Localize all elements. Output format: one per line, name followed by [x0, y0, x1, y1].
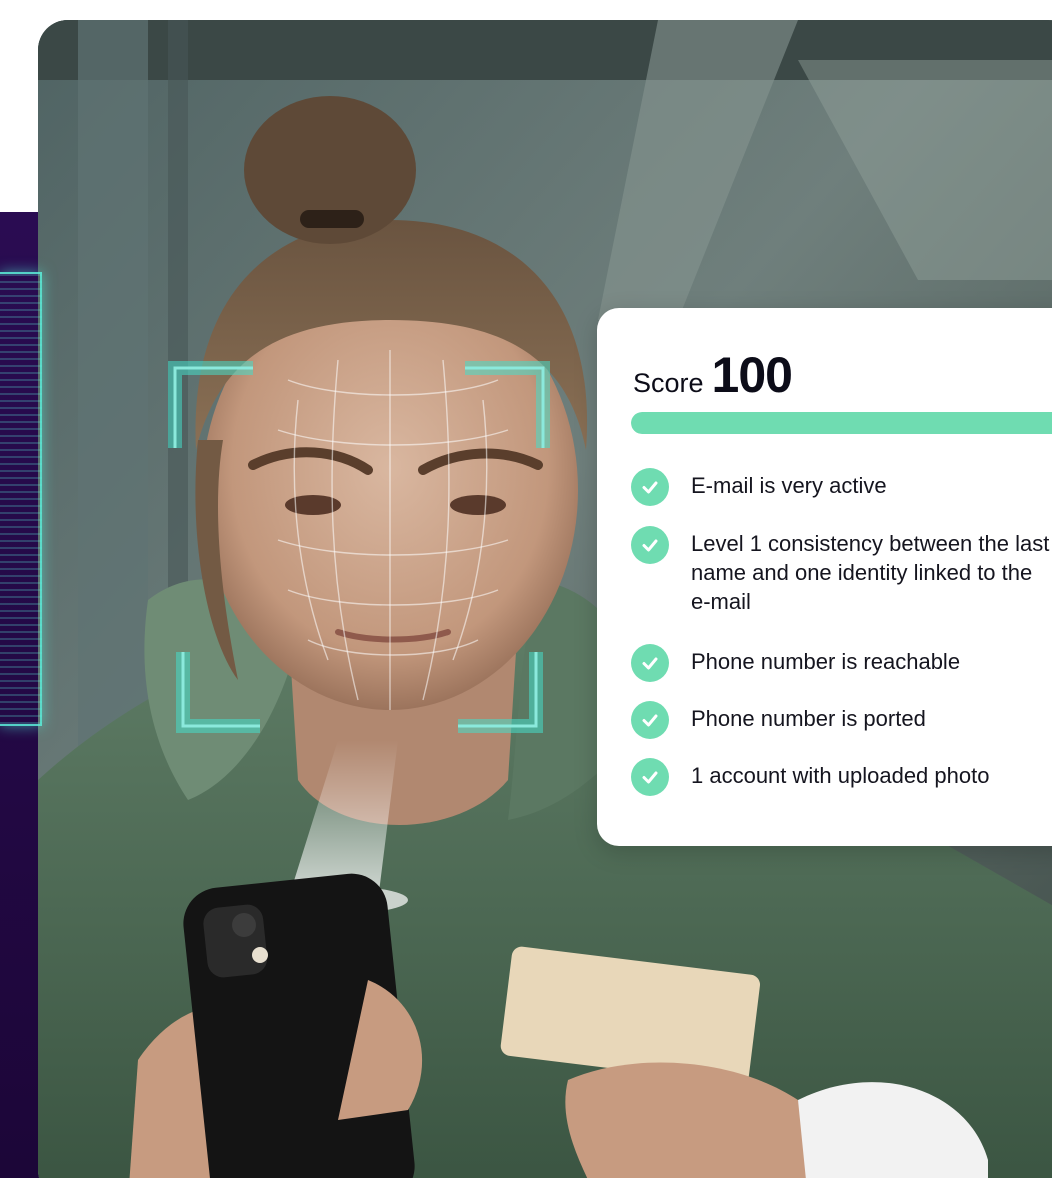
checklist-item-text: E-mail is very active	[691, 473, 887, 498]
checklist-item: Phone number is ported	[631, 701, 1052, 739]
checklist-item: Phone number is reachable	[631, 644, 1052, 682]
score-heading: Score 100	[633, 346, 793, 404]
checklist-item-text: Phone number is reachable	[691, 649, 961, 674]
check-circle-icon	[631, 758, 669, 796]
score-card: Score 100 E-mail is very active Level 1 …	[597, 308, 1052, 846]
checklist-item: Level 1 consistency between the last nam…	[631, 526, 1052, 616]
check-circle-icon	[631, 468, 669, 506]
checklist-item: 1 account with uploaded photo	[631, 758, 1052, 796]
scan-indicator-bar	[0, 272, 42, 726]
check-circle-icon	[631, 526, 669, 564]
check-circle-icon	[631, 701, 669, 739]
checklist-item: E-mail is very active	[631, 468, 1052, 506]
check-circle-icon	[631, 644, 669, 682]
checklist-item-text: Phone number is ported	[691, 706, 926, 731]
score-progress-fill	[631, 412, 1052, 434]
score-progress-bar	[631, 412, 1052, 434]
checklist-item-text: 1 account with uploaded photo	[691, 763, 990, 788]
checklist-item-text: Level 1 consistency between the last nam…	[691, 531, 1050, 614]
identity-verification-visual: Score 100 E-mail is very active Level 1 …	[0, 0, 1052, 1178]
score-label: Score	[633, 368, 704, 398]
score-value: 100	[711, 347, 793, 403]
